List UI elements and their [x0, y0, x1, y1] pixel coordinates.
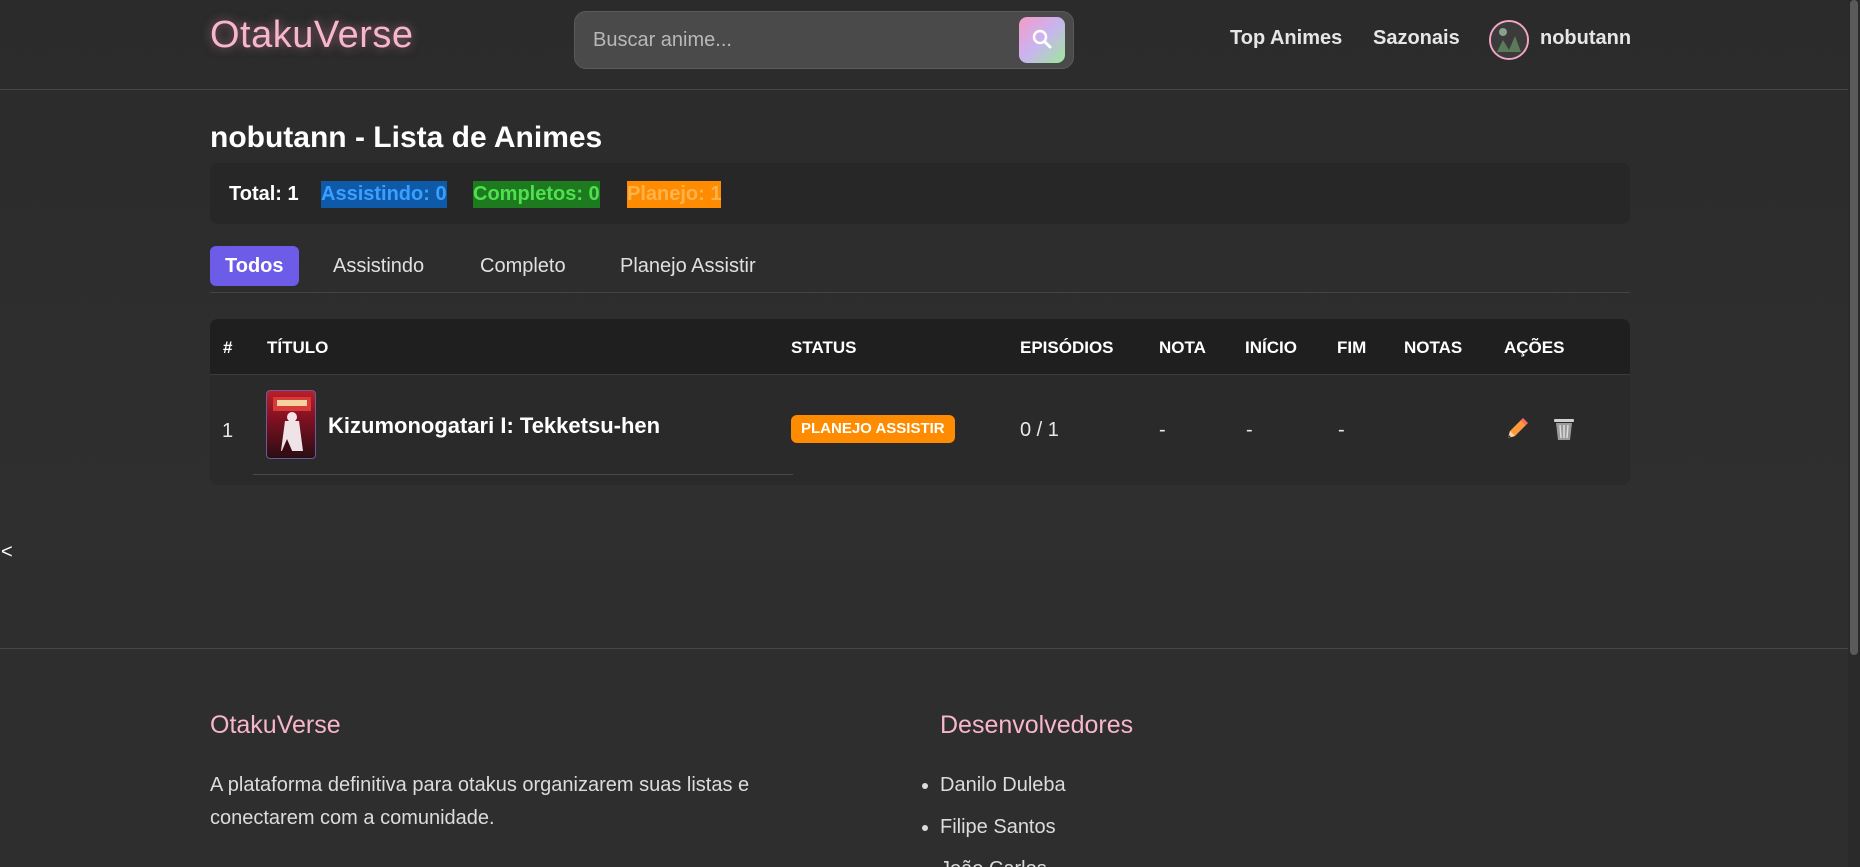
col-notes: NOTAS [1404, 338, 1463, 357]
site-logo[interactable]: OtakuVerse [210, 14, 414, 57]
search-icon [1031, 28, 1053, 53]
pencil-icon [1504, 418, 1530, 447]
footer-devs-title: Desenvolvedores [940, 711, 1134, 739]
title-divider [253, 474, 793, 475]
tab-todos[interactable]: Todos [210, 246, 299, 286]
col-status: STATUS [791, 338, 857, 357]
status-tabs: Todos Assistindo Completo Planejo Assist… [210, 246, 1630, 293]
col-title: TÍTULO [267, 338, 329, 357]
anime-table: # TÍTULO STATUS EPISÓDIOS NOTA INÍCIO FI… [210, 319, 1630, 485]
stat-planejo: Planejo: 1 [627, 181, 722, 208]
col-end: FIM [1337, 338, 1367, 357]
nav-top-animes[interactable]: Top Animes [1230, 27, 1342, 50]
anime-cover-image[interactable] [266, 390, 316, 459]
sidebar-toggle-arrow[interactable]: < [1, 541, 13, 564]
tab-assistindo[interactable]: Assistindo [333, 246, 424, 286]
table-header: # TÍTULO STATUS EPISÓDIOS NOTA INÍCIO FI… [210, 319, 1630, 375]
col-actions: AÇÕES [1504, 338, 1565, 357]
scrollbar-thumb[interactable] [1850, 0, 1858, 655]
edit-button[interactable] [1504, 416, 1530, 448]
search-input[interactable] [593, 24, 973, 56]
nav-sazonais[interactable]: Sazonais [1373, 27, 1460, 50]
col-start: INÍCIO [1245, 338, 1297, 357]
col-episodes: EPISÓDIOS [1020, 338, 1114, 357]
row-episodes: 0 / 1 [1020, 419, 1059, 441]
row-end: - [1338, 419, 1345, 441]
dev-list: Danilo Duleba Filipe Santos João Carlos [922, 769, 1066, 867]
footer: OtakuVerse A plataforma definitiva para … [0, 648, 1848, 867]
row-start: - [1246, 419, 1253, 441]
stat-completos: Completos: 0 [473, 181, 600, 208]
col-score: NOTA [1159, 338, 1206, 357]
anime-title-link[interactable]: Kizumonogatari I: Tekketsu-hen [328, 413, 660, 439]
search-button[interactable] [1019, 17, 1065, 63]
search-box [574, 11, 1074, 69]
page-title: nobutann - Lista de Animes [210, 121, 603, 154]
tab-completo[interactable]: Completo [480, 246, 566, 286]
row-score: - [1159, 419, 1166, 441]
col-index: # [223, 338, 233, 357]
avatar[interactable] [1489, 20, 1529, 60]
footer-brand: OtakuVerse [210, 711, 341, 739]
user-name[interactable]: nobutann [1540, 27, 1631, 50]
list-item: Danilo Duleba [922, 769, 1066, 811]
scrollbar[interactable] [1848, 0, 1860, 867]
stat-total: Total: 1 [229, 183, 299, 205]
delete-button[interactable] [1552, 416, 1576, 448]
stat-assistindo: Assistindo: 0 [321, 181, 447, 208]
tab-planejo-assistir[interactable]: Planejo Assistir [620, 246, 756, 286]
trash-icon [1552, 419, 1576, 447]
list-item: João Carlos [940, 853, 1066, 867]
status-badge: PLANEJO ASSISTIR [791, 415, 955, 443]
top-header: OtakuVerse Top Animes Sazonais nobutann [0, 0, 1848, 90]
footer-description: A plataforma definitiva para otakus orga… [210, 774, 750, 829]
row-index: 1 [222, 420, 234, 442]
stats-bar: Total: 1 Assistindo: 0 Completos: 0 Plan… [210, 163, 1630, 224]
list-item: Filipe Santos [922, 811, 1066, 853]
